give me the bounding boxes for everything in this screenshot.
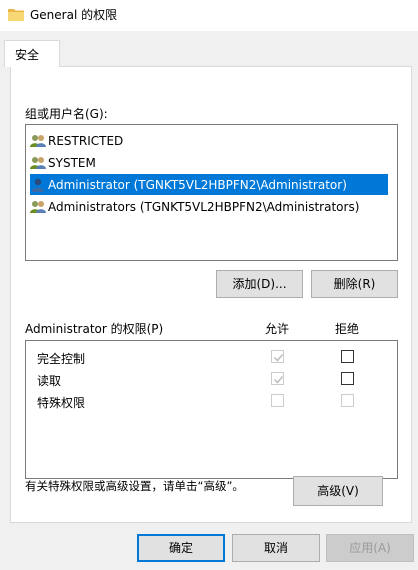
list-item-label: Administrators (TGNKT5VL2HBPFN2\Administ… — [48, 199, 360, 214]
advanced-note: 有关特殊权限或高级设置，请单击“高级”。 — [25, 479, 244, 493]
permission-name: 特殊权限 — [37, 396, 86, 410]
permissions-label: Administrator 的权限(P) — [25, 322, 164, 336]
tab-security-label: 安全 — [15, 48, 40, 62]
permission-row-full-control: 完全控制 — [26, 346, 397, 368]
dialog-body: 安全 组或用户名(G): RESTRICTED SYSTEM Administr… — [0, 31, 418, 570]
permission-row-special: 特殊权限 — [26, 390, 397, 412]
permissions-list: 完全控制 读取 特殊权限 — [25, 340, 398, 479]
deny-checkbox — [341, 394, 354, 407]
allow-header: 允许 — [265, 322, 290, 336]
allow-checkbox — [271, 372, 284, 385]
list-item-label: Administrator (TGNKT5VL2HBPFN2\Administr… — [48, 177, 347, 192]
list-item-administrator[interactable]: Administrator (TGNKT5VL2HBPFN2\Administr… — [30, 174, 388, 195]
advanced-button[interactable]: 高级(V) — [293, 476, 383, 506]
title-bar: General 的权限 — [0, 0, 418, 31]
list-item-restricted[interactable]: RESTRICTED — [30, 130, 393, 151]
deny-checkbox[interactable] — [341, 372, 354, 385]
security-panel: 组或用户名(G): RESTRICTED SYSTEM Administrato… — [10, 66, 412, 523]
groups-label: 组或用户名(G): — [25, 107, 108, 121]
deny-header: 拒绝 — [335, 322, 360, 336]
list-item-label: SYSTEM — [48, 155, 96, 170]
user-icon — [32, 178, 44, 192]
allow-checkbox — [271, 394, 284, 407]
allow-checkbox — [271, 350, 284, 363]
users-group-icon — [30, 156, 46, 169]
apply-button: 应用(A) — [326, 534, 414, 562]
users-group-icon — [30, 134, 46, 147]
permission-row-read: 读取 — [26, 368, 397, 390]
users-group-icon — [30, 200, 46, 213]
group-user-list[interactable]: RESTRICTED SYSTEM Administrator (TGNKT5V… — [25, 124, 398, 261]
tab-security[interactable]: 安全 — [4, 40, 60, 67]
list-item-administrators[interactable]: Administrators (TGNKT5VL2HBPFN2\Administ… — [30, 196, 393, 217]
deny-checkbox[interactable] — [341, 350, 354, 363]
list-item-label: RESTRICTED — [48, 133, 124, 148]
ok-button[interactable]: 确定 — [137, 534, 225, 562]
window-title: General 的权限 — [30, 8, 118, 22]
list-item-system[interactable]: SYSTEM — [30, 152, 393, 173]
cancel-button[interactable]: 取消 — [232, 534, 320, 562]
remove-button[interactable]: 删除(R) — [311, 270, 398, 298]
add-button[interactable]: 添加(D)... — [216, 270, 303, 298]
permission-name: 读取 — [37, 374, 62, 388]
folder-icon — [8, 8, 24, 21]
permission-name: 完全控制 — [37, 352, 86, 366]
